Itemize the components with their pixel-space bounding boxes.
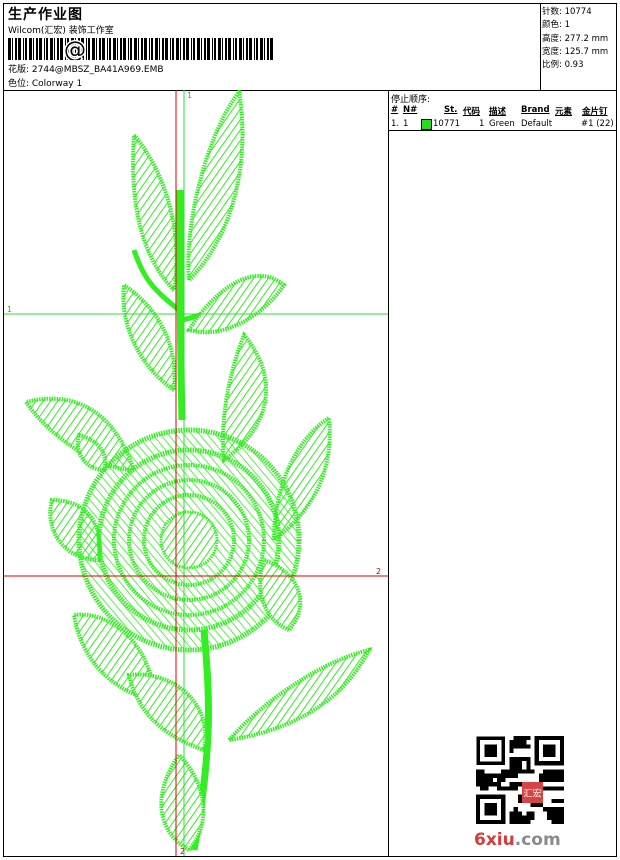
colorway-label: 色位: Colorway 1 <box>8 79 83 89</box>
col-header-brand: Brand <box>521 105 550 115</box>
watermark-domain: .com <box>514 830 561 850</box>
page-title: 生产作业图 <box>8 7 83 23</box>
color-count: 颜色: 1 <box>542 20 570 30</box>
company-name: Wilcom(汇宏) 装饰工作室 <box>8 26 114 36</box>
marker-bottom: 2 <box>180 847 185 856</box>
embroidery-drawing: 1 1 2 2 <box>4 90 388 856</box>
color-swatch <box>421 119 432 130</box>
design-width: 宽度: 125.7 mm <box>542 47 609 57</box>
row-brand: Default <box>521 119 553 129</box>
col-header-sequin: 金片钉 <box>582 107 608 117</box>
header: 生产作业图 Wilcom(汇宏) 装饰工作室 @ 花版: 2744@MBSZ_B… <box>4 4 616 91</box>
row-index: 1. <box>391 119 400 129</box>
col-header-description: 描述 <box>489 107 507 117</box>
col-header-needle: N# <box>403 105 418 115</box>
design-filename: 花版: 2744@MBSZ_BA41A969.EMB <box>8 65 164 75</box>
qr-code: 汇宏 <box>476 736 564 824</box>
marker-right: 2 <box>376 567 381 576</box>
row-sequin: #1 (22) <box>581 119 614 129</box>
row-code: 1 <box>479 119 485 129</box>
barcode: @ <box>8 38 273 60</box>
design-preview: 1 1 2 2 <box>4 90 389 856</box>
embroidery-motif <box>22 90 373 853</box>
table-divider <box>389 130 616 131</box>
marker-top: 1 <box>187 91 192 100</box>
row-needle: 1 <box>403 119 409 129</box>
row-description: Green <box>489 119 515 129</box>
stats-panel: 针数: 10774 颜色: 1 高度: 277.2 mm 宽度: 125.7 m… <box>541 4 616 90</box>
stitch-count: 针数: 10774 <box>542 7 592 17</box>
col-header-code: 代码 <box>463 107 481 117</box>
production-worksheet: 生产作业图 Wilcom(汇宏) 装饰工作室 @ 花版: 2744@MBSZ_B… <box>3 3 617 857</box>
col-header-elements: 元素 <box>555 107 573 117</box>
site-watermark: 6xiu.com <box>474 830 561 850</box>
col-header-index: # <box>391 105 399 115</box>
watermark-name: xiu <box>485 830 515 850</box>
marker-left: 1 <box>7 305 12 314</box>
watermark-digit: 6 <box>474 830 486 850</box>
design-scale: 比例: 0.93 <box>542 60 584 70</box>
row-stitches: 10771 <box>433 119 461 129</box>
col-header-stitches: St. <box>444 105 458 115</box>
stop-sequence-title: 停止顺序: <box>391 95 431 105</box>
svg-text:@: @ <box>64 38 86 60</box>
stamp-text: 汇宏 <box>523 787 541 799</box>
design-height: 高度: 277.2 mm <box>542 34 609 44</box>
header-info: 生产作业图 Wilcom(汇宏) 装饰工作室 @ 花版: 2744@MBSZ_B… <box>4 4 541 90</box>
